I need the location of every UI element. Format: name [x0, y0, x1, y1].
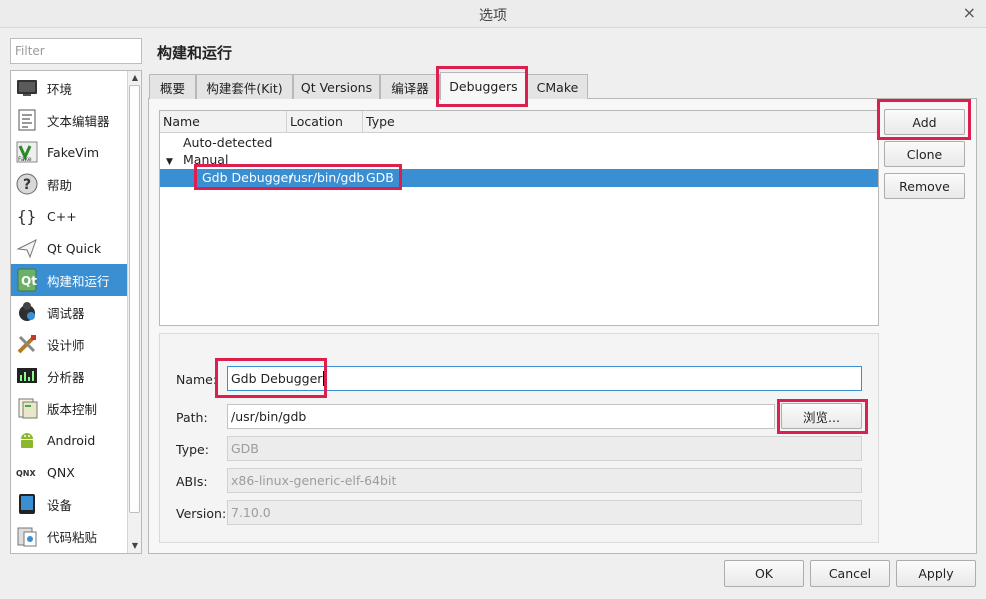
tab-kits[interactable]: 构建套件(Kit)	[196, 74, 293, 99]
sidebar-item-qt-quick[interactable]: Qt Quick	[11, 232, 128, 264]
sidebar-item-label: 文本编辑器	[47, 113, 110, 129]
sidebar-item-analyzer[interactable]: 分析器	[11, 360, 128, 392]
column-header-type[interactable]: Type	[363, 111, 878, 133]
code-paste-icon	[15, 524, 39, 548]
sidebar-item-help[interactable]: ? 帮助	[11, 168, 128, 200]
row-name: Gdb Debugger	[202, 170, 294, 185]
sidebar-scrollbar[interactable]: ▲ ▼	[127, 71, 141, 553]
analyzer-icon	[15, 364, 39, 388]
debugger-bug-icon	[15, 300, 39, 324]
sidebar-item-text-editor[interactable]: 文本编辑器	[11, 104, 128, 136]
name-label: Name:	[176, 372, 218, 387]
device-icon	[15, 492, 39, 516]
name-field[interactable]: Gdb Debugger	[227, 366, 862, 391]
sidebar-item-android[interactable]: Android	[11, 424, 128, 456]
android-icon	[15, 428, 39, 452]
qt-build-icon: Qt	[15, 268, 39, 292]
version-field: 7.10.0	[227, 500, 862, 525]
tree-group-manual[interactable]: ▼ Manual	[160, 151, 878, 169]
sidebar-item-label: Android	[47, 432, 96, 448]
qnx-icon: QNX	[15, 460, 39, 484]
tree-row-gdb-debugger[interactable]: Gdb Debugger /usr/bin/gdb GDB	[160, 169, 878, 187]
apply-button[interactable]: Apply	[896, 560, 976, 587]
window-title: 选项	[479, 8, 507, 24]
version-label: Version:	[176, 506, 227, 521]
browse-button[interactable]: 浏览...	[781, 403, 862, 429]
type-field: GDB	[227, 436, 862, 461]
tree-header: Name Location Type	[160, 111, 878, 133]
sidebar-item-code-paste[interactable]: 代码粘贴	[11, 520, 128, 552]
scroll-up-arrow-icon[interactable]: ▲	[128, 71, 141, 85]
tab-debuggers[interactable]: Debuggers	[440, 72, 527, 100]
tab-cmake[interactable]: CMake	[527, 74, 588, 99]
tab-qt-versions[interactable]: Qt Versions	[293, 74, 380, 99]
cancel-button[interactable]: Cancel	[810, 560, 890, 587]
sidebar-item-label: 版本控制	[47, 401, 98, 417]
sidebar-item-label: 调试器	[47, 305, 85, 321]
title-bar: 选项 ×	[0, 0, 986, 28]
row-location: /usr/bin/gdb	[289, 170, 365, 185]
tab-overview[interactable]: 概要	[149, 74, 196, 99]
sidebar-item-label: Qt Quick	[47, 240, 102, 256]
sidebar-item-label: 代码粘贴	[47, 529, 98, 545]
page-title: 构建和运行	[157, 44, 233, 62]
category-list: 环境 文本编辑器 Fake FakeVim ? 帮助 {} C++ Qt Qui…	[10, 70, 142, 554]
sidebar-item-label: C++	[47, 208, 77, 224]
svg-text:QNX: QNX	[16, 469, 36, 478]
fakevim-icon: Fake	[15, 140, 39, 164]
sidebar-item-label: 环境	[47, 81, 73, 97]
abis-label: ABIs:	[176, 474, 208, 489]
sidebar-item-fakevim[interactable]: Fake FakeVim	[11, 136, 128, 168]
sidebar-item-qnx[interactable]: QNX QNX	[11, 456, 128, 488]
help-icon: ?	[15, 172, 39, 196]
sidebar-item-label: 构建和运行	[47, 273, 110, 289]
sidebar-item-designer[interactable]: 设计师	[11, 328, 128, 360]
sidebar-item-debugger[interactable]: 调试器	[11, 296, 128, 328]
svg-text:?: ?	[23, 177, 31, 193]
path-field[interactable]: /usr/bin/gdb	[227, 404, 775, 429]
sidebar-item-devices[interactable]: 设备	[11, 488, 128, 520]
sidebar-item-label: FakeVim	[47, 144, 100, 160]
sidebar-item-label: 设计师	[47, 337, 85, 353]
svg-text:{}: {}	[17, 207, 36, 226]
designer-tools-icon	[15, 332, 39, 356]
remove-button[interactable]: Remove	[884, 173, 965, 199]
scrollbar-thumb[interactable]	[129, 85, 140, 513]
sidebar-item-environment[interactable]: 环境	[11, 72, 128, 104]
clone-button[interactable]: Clone	[884, 141, 965, 167]
version-control-icon	[15, 396, 39, 420]
tree-group-auto-detected[interactable]: Auto-detected	[160, 134, 878, 152]
sidebar-item-version-control[interactable]: 版本控制	[11, 392, 128, 424]
text-caret	[323, 371, 325, 386]
scroll-down-arrow-icon[interactable]: ▼	[128, 539, 141, 553]
sidebar-item-label: 设备	[47, 497, 73, 513]
name-field-value: Gdb Debugger	[231, 371, 323, 386]
paper-plane-icon	[15, 236, 39, 260]
ok-button[interactable]: OK	[724, 560, 804, 587]
group-label: Auto-detected	[183, 135, 273, 150]
add-button[interactable]: Add	[884, 109, 965, 135]
sidebar-item-build-run[interactable]: Qt 构建和运行	[11, 264, 128, 296]
group-label: Manual	[183, 152, 229, 167]
path-label: Path:	[176, 410, 208, 425]
row-type: GDB	[366, 170, 394, 185]
sidebar-item-label: QNX	[47, 464, 75, 480]
close-icon[interactable]: ×	[963, 3, 976, 22]
filter-input[interactable]	[10, 38, 142, 64]
svg-text:Qt: Qt	[21, 274, 37, 288]
column-header-name[interactable]: Name	[160, 111, 287, 133]
debugger-tree[interactable]: Name Location Type Auto-detected ▼ Manual…	[159, 110, 879, 326]
sidebar-item-label: 分析器	[47, 369, 85, 385]
text-document-icon	[15, 108, 39, 132]
sidebar-item-label: 帮助	[47, 177, 73, 193]
cpp-braces-icon: {}	[15, 204, 39, 228]
svg-text:Fake: Fake	[18, 156, 32, 163]
abis-field: x86-linux-generic-elf-64bit	[227, 468, 862, 493]
monitor-icon	[15, 76, 39, 100]
type-label: Type:	[176, 442, 209, 457]
tab-compilers[interactable]: 编译器	[380, 74, 440, 99]
column-header-location[interactable]: Location	[287, 111, 363, 133]
sidebar-item-cpp[interactable]: {} C++	[11, 200, 128, 232]
